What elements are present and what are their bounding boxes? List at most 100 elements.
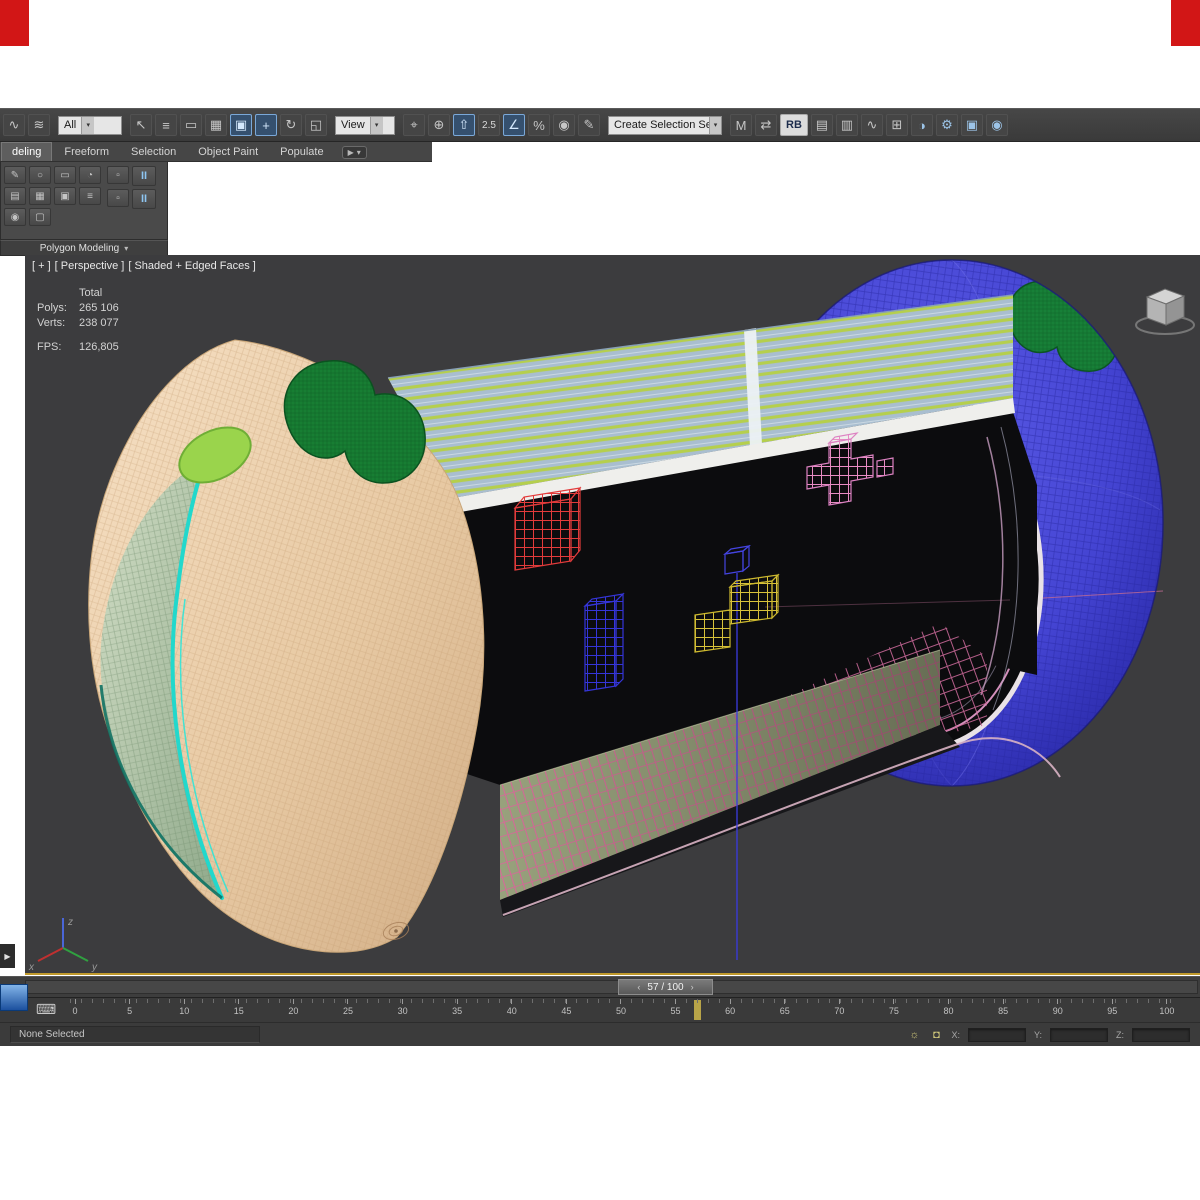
ribbon-camera-icon[interactable]: ▶ ▾ [341,146,367,159]
named-selection-set-dropdown[interactable]: Create Selection Se ▾ [608,115,722,135]
percent-snap-icon[interactable]: % [528,114,550,136]
timeline-tick: 60 [725,999,735,1021]
pm-solid-icon[interactable]: ▣ [54,187,76,205]
maxscript-mini-listener[interactable] [0,984,28,1011]
pm-pinned-panel-icon[interactable]: II [132,166,156,186]
timeline-tick: 50 [616,999,626,1021]
viewport-expand-arrow[interactable]: ▶ [0,944,15,968]
render-production-icon[interactable]: ◉ [985,114,1008,136]
z-coord-field[interactable] [1132,1027,1190,1042]
isolate-toggle-icon[interactable]: ☼ [907,1029,921,1041]
selection-status: None Selected [10,1026,260,1043]
viewport-view-menu[interactable]: [ Perspective ] [55,260,125,272]
render-setup-icon[interactable]: ⚙ [935,114,958,136]
pm-sphere-icon[interactable]: ◔ [79,166,101,184]
spinner-snap-icon[interactable]: ◉ [553,114,575,136]
viewport-label[interactable]: [ + ] [ Perspective ] [ Shaded + Edged F… [32,260,256,272]
pm-pencil-icon[interactable]: ✎ [4,166,26,184]
timeline-tick: 100 [1159,999,1174,1021]
select-and-scale-icon[interactable]: ◱ [305,114,327,136]
select-and-rotate-icon[interactable]: ↻ [280,114,302,136]
select-highlight-icon[interactable]: ▣ [230,114,252,136]
chevron-down-icon[interactable]: ▾ [708,116,721,134]
timeline-tick: 75 [889,999,899,1021]
keyboard-override-button[interactable]: ⌨ [33,999,59,1019]
timeline-tick: 5 [125,999,135,1021]
selection-filter-dropdown[interactable]: All ▾ [58,115,122,135]
toolbar-group-a: ∿ ≋ [3,114,50,136]
chevron-down-icon[interactable]: ▾ [81,116,95,134]
timeline-tick: 20 [288,999,298,1021]
status-bar: None Selected ☼ ◘ X: Y: Z: [0,1022,1200,1046]
pm-circle-icon[interactable]: ○ [29,166,51,184]
blue-wire-box[interactable] [583,592,625,692]
time-slider-track[interactable] [25,980,1198,994]
select-and-manipulate-icon[interactable]: ⇧ [453,114,475,136]
angle-snap-icon[interactable]: ∠ [503,114,525,136]
x-coord-field[interactable] [967,1027,1026,1042]
red-wire-box[interactable] [513,486,582,571]
pm-pinned-panel-2-icon[interactable]: II [132,189,156,209]
y-coord-field[interactable] [1050,1027,1108,1042]
edit-named-selections-icon[interactable]: ✎ [578,114,600,136]
chevron-down-icon[interactable]: ▾ [369,116,383,134]
time-slider[interactable]: ‹ 57 / 100 › [0,976,1200,997]
use-pivot-center-icon[interactable]: ⊕ [428,114,450,136]
pm-mini-1-icon[interactable]: ▫ [107,166,129,184]
window-crossing-icon[interactable]: ▦ [205,114,227,136]
tab-selection[interactable]: Selection [121,143,186,161]
timeline-tick: 90 [1053,999,1063,1021]
pm-lines-icon[interactable]: ≡ [79,187,101,205]
material-editor-icon[interactable]: ◑ [910,114,933,136]
ribbon-toggle-icon[interactable]: ▥ [835,114,858,136]
view-dropdown-value: View [341,119,365,131]
reference-coordinate-dropdown[interactable]: View ▾ [335,115,395,135]
align-icon[interactable]: ⇄ [755,114,777,136]
tab-populate[interactable]: Populate [270,143,333,161]
mirror-icon[interactable]: M [730,114,752,136]
viewport[interactable]: z x y [ + ] [ Perspective ] [ Shaded + E… [25,255,1200,975]
pm-box-icon[interactable]: ▢ [29,208,51,226]
timeline-tick: 65 [780,999,790,1021]
pm-grid-icon[interactable]: ▤ [4,187,26,205]
prev-frame-icon[interactable]: ‹ [637,982,640,992]
named-selection-set-value: Create Selection Se [614,119,709,131]
tab-object-paint[interactable]: Object Paint [188,143,268,161]
selection-lock-icon[interactable]: ◘ [929,1029,943,1041]
rb-chip[interactable]: RB [780,114,808,136]
polys-value: 265 106 [79,302,119,314]
timeline-tick: 25 [343,999,353,1021]
chevron-down-icon: ▾ [356,148,361,157]
panel-title-label: Polygon Modeling [39,242,120,254]
undo-wave-icon[interactable]: ∿ [3,114,25,136]
tab-modeling[interactable]: deling [1,142,53,161]
select-by-name-icon[interactable]: ≡ [155,114,177,136]
rendered-frame-icon[interactable]: ▣ [960,114,983,136]
pm-dot-icon[interactable]: ◉ [4,208,26,226]
toolbar-group-b: ↖ ≡ ▭ ▦ ▣ + ↻ ◱ [130,114,327,136]
timeline-ruler[interactable]: 0 5 10 15 20 25 30 35 40 45 50 55 60 65 70 75 80 85 90 95 10… [0,997,1200,1022]
selection-filter-value: All [64,119,77,131]
reference-coordinate-icon[interactable]: ⌖ [403,114,425,136]
schematic-view-icon[interactable]: ⊞ [885,114,908,136]
pm-rect-icon[interactable]: ▭ [54,166,76,184]
pm-mini-2-icon[interactable]: ▫ [107,189,129,207]
pm-mesh-icon[interactable]: ▦ [29,187,51,205]
polygon-modeling-title[interactable]: Polygon Modeling ▾ [0,240,168,256]
verts-value: 238 077 [79,317,119,329]
select-object-icon[interactable]: ↖ [130,114,152,136]
tab-freeform[interactable]: Freeform [54,143,119,161]
layer-manager-icon[interactable]: ▤ [810,114,833,136]
rect-select-region-icon[interactable]: ▭ [180,114,202,136]
viewport-shading-menu[interactable]: [ Shaded + Edged Faces ] [128,260,256,272]
snap-toggle-25-icon[interactable]: 2.5 [478,114,500,136]
toolbar-group-c: ⌖ ⊕ ⇧ 2.5 ∠% ◉ ✎ [403,114,600,136]
time-slider-handle[interactable]: ‹ 57 / 100 › [618,979,713,995]
axis-x-label: x [28,962,35,973]
link-ripple-icon[interactable]: ≋ [28,114,50,136]
next-frame-icon[interactable]: › [691,982,694,992]
select-and-move-icon[interactable]: + [255,114,277,136]
viewport-menu-plus[interactable]: [ + ] [32,260,51,272]
curve-editor-icon[interactable]: ∿ [860,114,883,136]
stats-header: Total [79,287,103,299]
